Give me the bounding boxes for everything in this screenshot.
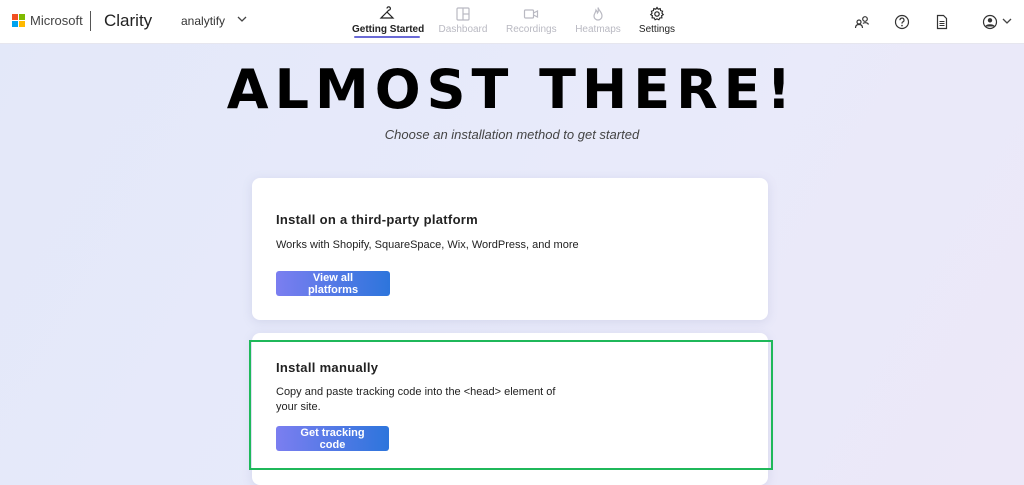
- gear-icon: [649, 6, 665, 21]
- tab-dashboard[interactable]: Dashboard: [438, 0, 488, 44]
- active-tab-indicator: [354, 36, 420, 38]
- tab-heatmaps[interactable]: Heatmaps: [574, 0, 622, 44]
- project-selector[interactable]: analytify: [181, 14, 225, 28]
- microsoft-text[interactable]: Microsoft: [30, 13, 83, 28]
- tab-label: Recordings: [506, 24, 557, 35]
- video-icon: [523, 9, 539, 19]
- flame-icon: [593, 7, 603, 21]
- document-icon[interactable]: [934, 14, 950, 30]
- people-icon[interactable]: [854, 14, 870, 30]
- view-all-platforms-button[interactable]: View all platforms: [276, 271, 390, 296]
- top-bar: Microsoft Clarity analytify Getting Star…: [0, 0, 1024, 44]
- card-description: Copy and paste tracking code into the <h…: [276, 386, 556, 413]
- product-name[interactable]: Clarity: [104, 11, 152, 31]
- chevron-down-icon[interactable]: [1001, 15, 1013, 27]
- tab-settings[interactable]: Settings: [636, 0, 678, 44]
- tab-label: Dashboard: [438, 24, 488, 35]
- card-title: Install manually: [276, 360, 379, 375]
- user-circle-icon[interactable]: [982, 14, 998, 30]
- tab-getting-started[interactable]: Getting Started: [352, 0, 425, 44]
- tab-label: Getting Started: [352, 24, 425, 35]
- tab-label: Settings: [638, 24, 676, 35]
- grid-icon: [456, 7, 470, 21]
- third-party-install-card: Install on a third-party platform Works …: [252, 178, 768, 320]
- get-tracking-code-button[interactable]: Get tracking code: [276, 426, 389, 451]
- card-description: Works with Shopify, SquareSpace, Wix, Wo…: [276, 239, 579, 251]
- microsoft-logo-icon[interactable]: [12, 14, 26, 28]
- question-icon[interactable]: [894, 14, 910, 30]
- hanger-icon: [379, 6, 395, 19]
- page-subtitle: Choose an installation method to get sta…: [384, 127, 640, 142]
- card-title: Install on a third-party platform: [276, 212, 479, 227]
- chevron-down-icon[interactable]: [236, 13, 248, 25]
- manual-install-card: Install manually Copy and paste tracking…: [252, 333, 768, 485]
- tab-label: Heatmaps: [575, 24, 621, 35]
- tab-recordings[interactable]: Recordings: [506, 0, 557, 44]
- brand-divider: [90, 11, 91, 31]
- page-headline: ALMOST THERE!: [226, 58, 798, 121]
